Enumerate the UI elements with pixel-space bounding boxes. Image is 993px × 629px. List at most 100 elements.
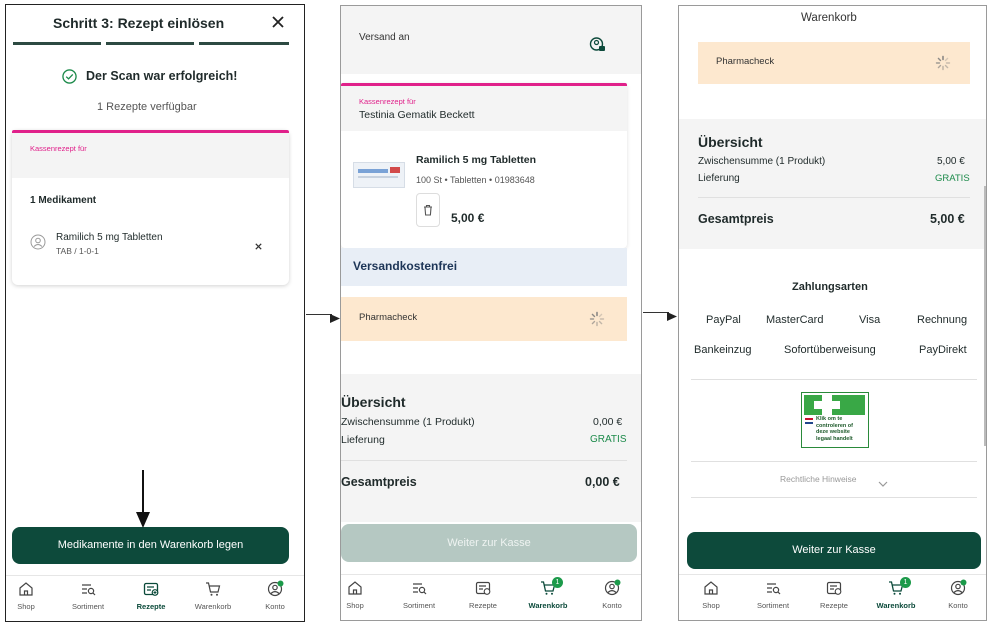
prescription-card: Kassenrezept für 1 Medikament Ramilich 5… <box>12 130 289 285</box>
pharmacheck-label: Pharmacheck <box>716 56 775 67</box>
card-header-bg <box>12 133 289 178</box>
delivery-value: GRATIS <box>590 434 627 445</box>
chevron-down-icon <box>878 475 888 487</box>
shipping-free-text: Versandkostenfrei <box>353 259 458 273</box>
payment-paydirekt: PayDirekt <box>919 344 967 356</box>
payment-methods-title: Zahlungsarten <box>792 281 868 293</box>
overview-title: Übersicht <box>341 394 406 410</box>
close-icon[interactable] <box>270 14 286 30</box>
add-to-cart-button[interactable]: Medikamente in den Warenkorb legen <box>12 527 289 564</box>
account-icon <box>267 580 284 597</box>
divider <box>698 197 970 198</box>
prescription-icon <box>475 581 491 595</box>
progress-step-1 <box>13 42 101 45</box>
flow-arrowhead-1-icon <box>330 310 340 323</box>
edit-address-icon[interactable] <box>589 36 606 53</box>
total-value: 5,00 € <box>930 212 965 226</box>
home-icon <box>704 581 718 595</box>
payment-bankeinzug: Bankeinzug <box>694 344 752 356</box>
versand-label: Versand an <box>359 32 410 43</box>
nav-sortiment[interactable]: Sortiment <box>58 580 118 611</box>
nav-shop[interactable]: Shop <box>341 579 385 610</box>
total-label: Gesamtpreis <box>698 212 774 226</box>
product-name[interactable]: Ramilich 5 mg Tabletten <box>416 154 536 166</box>
subtotal-value: 5,00 € <box>937 156 965 167</box>
scan-success-text: Der Scan war erfolgreich! <box>86 69 238 83</box>
total-value: 0,00 € <box>585 475 620 489</box>
delete-button[interactable] <box>416 193 440 227</box>
checkout-button-disabled[interactable]: Weiter zur Kasse <box>341 524 637 562</box>
annotation-arrowhead-icon <box>136 512 150 528</box>
product-image <box>353 162 405 188</box>
flow-arrow-2 <box>643 312 669 313</box>
patient-name: Testinia Gematik Beckett <box>359 109 475 121</box>
payment-sofort: Sofortüberweisung <box>784 344 876 356</box>
bottom-nav: Shop Sortiment Rezepte Warenkorb 1 Konto <box>341 574 641 620</box>
legal-seal-text: Klik om te controleren of deze website l… <box>816 416 853 442</box>
total-label: Gesamtpreis <box>341 475 417 489</box>
cart-icon <box>206 582 221 596</box>
nav-rezepte[interactable]: Rezepte <box>453 579 513 610</box>
delivery-label: Lieferung <box>698 173 740 184</box>
list-search-icon <box>767 583 781 595</box>
medication-count: 1 Medikament <box>30 195 97 206</box>
check-circle-icon <box>62 69 77 84</box>
legal-notes-link[interactable]: Rechtliche Hinweise <box>780 474 857 484</box>
nav-konto[interactable]: Konto <box>582 579 641 610</box>
home-icon <box>19 582 33 596</box>
prescriptions-available: 1 Rezepte verfügbar <box>97 101 197 113</box>
home-icon <box>348 581 362 595</box>
nav-rezepte[interactable]: Rezepte <box>121 580 181 611</box>
nav-sortiment[interactable]: Sortiment <box>389 579 449 610</box>
delivery-value: GRATIS <box>935 173 970 184</box>
nav-konto[interactable]: Konto <box>245 580 304 611</box>
prescription-icon <box>826 581 842 595</box>
nav-rezepte[interactable]: Rezepte <box>804 579 864 610</box>
screen-warenkorb-bottom: Warenkorb Pharmacheck Übersicht Zwischen… <box>678 5 987 621</box>
remove-icon[interactable] <box>254 238 263 250</box>
medication-icon <box>30 234 46 250</box>
nav-warenkorb[interactable]: Warenkorb <box>866 579 926 610</box>
divider <box>691 461 977 462</box>
nav-sortiment[interactable]: Sortiment <box>743 579 803 610</box>
page-title: Schritt 3: Rezept einlösen <box>53 15 225 31</box>
flow-arrowhead-2-icon <box>667 308 677 321</box>
overview-title: Übersicht <box>698 134 763 150</box>
screen-rezept-einloesen: Schritt 3: Rezept einlösen Der Scan war … <box>5 4 305 622</box>
bottom-nav: Shop Sortiment Rezepte Warenkorb Konto <box>6 575 304 621</box>
subtotal-label: Zwischensumme (1 Produkt) <box>698 156 826 167</box>
bottom-nav: Shop Sortiment Rezepte Warenkorb 1 Konto <box>679 574 986 620</box>
loading-spinner-icon <box>589 311 605 327</box>
progress-step-2 <box>106 42 194 45</box>
nav-warenkorb[interactable]: Warenkorb <box>518 579 578 610</box>
prescription-card: Kassenrezept für Testinia Gematik Becket… <box>341 83 627 248</box>
nav-shop[interactable]: Shop <box>6 580 56 611</box>
delivery-label: Lieferung <box>341 434 385 446</box>
list-search-icon <box>413 583 427 595</box>
kassenrezept-label: Kassenrezept für <box>359 97 416 106</box>
nav-shop[interactable]: Shop <box>681 579 741 610</box>
account-icon <box>604 579 621 596</box>
legal-seal-badge[interactable]: Klik om te controleren of deze website l… <box>801 392 869 448</box>
divider <box>691 497 977 498</box>
divider <box>691 379 977 380</box>
product-price: 5,00 € <box>451 211 485 225</box>
account-icon <box>950 579 967 596</box>
divider <box>341 460 627 461</box>
pharmacheck-banner: Pharmacheck <box>341 297 627 341</box>
medication-name: Ramilich 5 mg Tabletten <box>56 232 163 243</box>
checkout-button[interactable]: Weiter zur Kasse <box>687 532 981 569</box>
loading-spinner-icon <box>935 55 951 71</box>
page-title: Warenkorb <box>801 12 857 24</box>
nav-konto[interactable]: Konto <box>928 579 986 610</box>
trash-icon <box>424 204 432 216</box>
payment-mastercard: MasterCard <box>766 314 824 326</box>
payment-rechnung: Rechnung <box>917 314 968 326</box>
scrollbar[interactable] <box>984 186 986 446</box>
medication-dosage: TAB / 1-0-1 <box>56 246 99 256</box>
prescription-icon <box>143 582 159 596</box>
cart-count-badge: 1 <box>900 577 911 588</box>
nav-warenkorb[interactable]: Warenkorb <box>183 580 243 611</box>
shipping-free-banner: Versandkostenfrei <box>341 248 627 286</box>
payment-visa: Visa <box>859 314 881 326</box>
